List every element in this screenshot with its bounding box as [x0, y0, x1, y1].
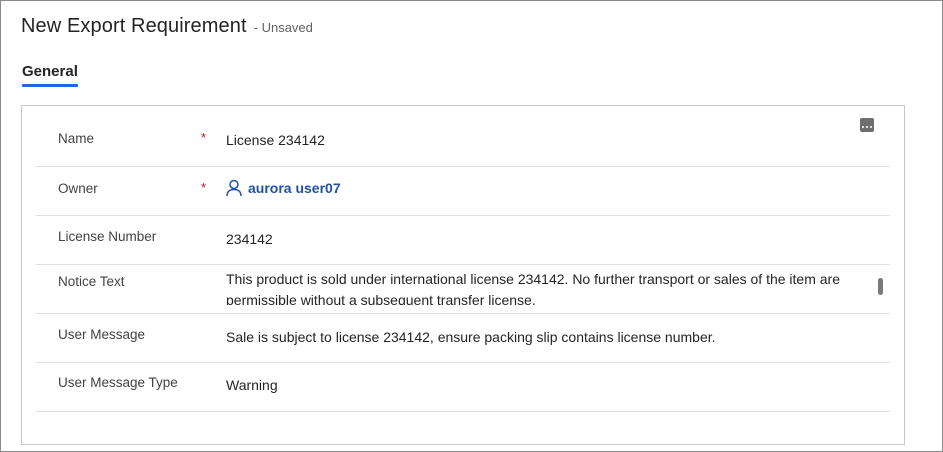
owner-name: aurora user07	[248, 180, 341, 196]
save-status: - Unsaved	[253, 20, 313, 35]
license-number-field[interactable]: 234142	[226, 231, 273, 247]
general-section: Name * License 234142 Owner * aurora use…	[21, 105, 905, 445]
notice-text-field[interactable]: This product is sold under international…	[226, 269, 876, 305]
name-label: Name	[58, 131, 95, 146]
tab-general[interactable]: General	[22, 63, 78, 87]
required-indicator: *	[201, 130, 207, 145]
tab-strip: General	[22, 63, 78, 87]
user-message-field[interactable]: Sale is subject to license 234142, ensur…	[226, 329, 716, 345]
field-row-user-message-type: User Message Type Warning	[36, 363, 890, 412]
person-icon	[226, 179, 242, 197]
field-row-name: Name * License 234142	[36, 106, 890, 167]
license-number-label: License Number	[58, 229, 157, 244]
user-message-type-field[interactable]: Warning	[226, 377, 278, 393]
form-window: New Export Requirement - Unsaved General…	[0, 0, 943, 452]
field-row-notice-text: Notice Text This product is sold under i…	[36, 265, 890, 314]
required-indicator: *	[201, 180, 207, 195]
user-message-label: User Message	[58, 327, 146, 342]
page-title: New Export Requirement	[21, 15, 247, 37]
user-message-type-label: User Message Type	[58, 375, 178, 390]
owner-lookup-link[interactable]: aurora user07	[226, 179, 341, 197]
owner-label: Owner	[58, 181, 98, 196]
notice-text-scrollbar[interactable]	[878, 278, 883, 295]
field-row-user-message: User Message Sale is subject to license …	[36, 314, 890, 363]
title-row: New Export Requirement - Unsaved	[21, 15, 313, 38]
notice-text-label: Notice Text	[58, 274, 125, 289]
more-options-icon[interactable]	[860, 118, 874, 132]
name-field[interactable]: License 234142	[226, 132, 325, 148]
field-row-license-number: License Number 234142	[36, 216, 890, 265]
field-row-owner: Owner * aurora user07	[36, 167, 890, 216]
